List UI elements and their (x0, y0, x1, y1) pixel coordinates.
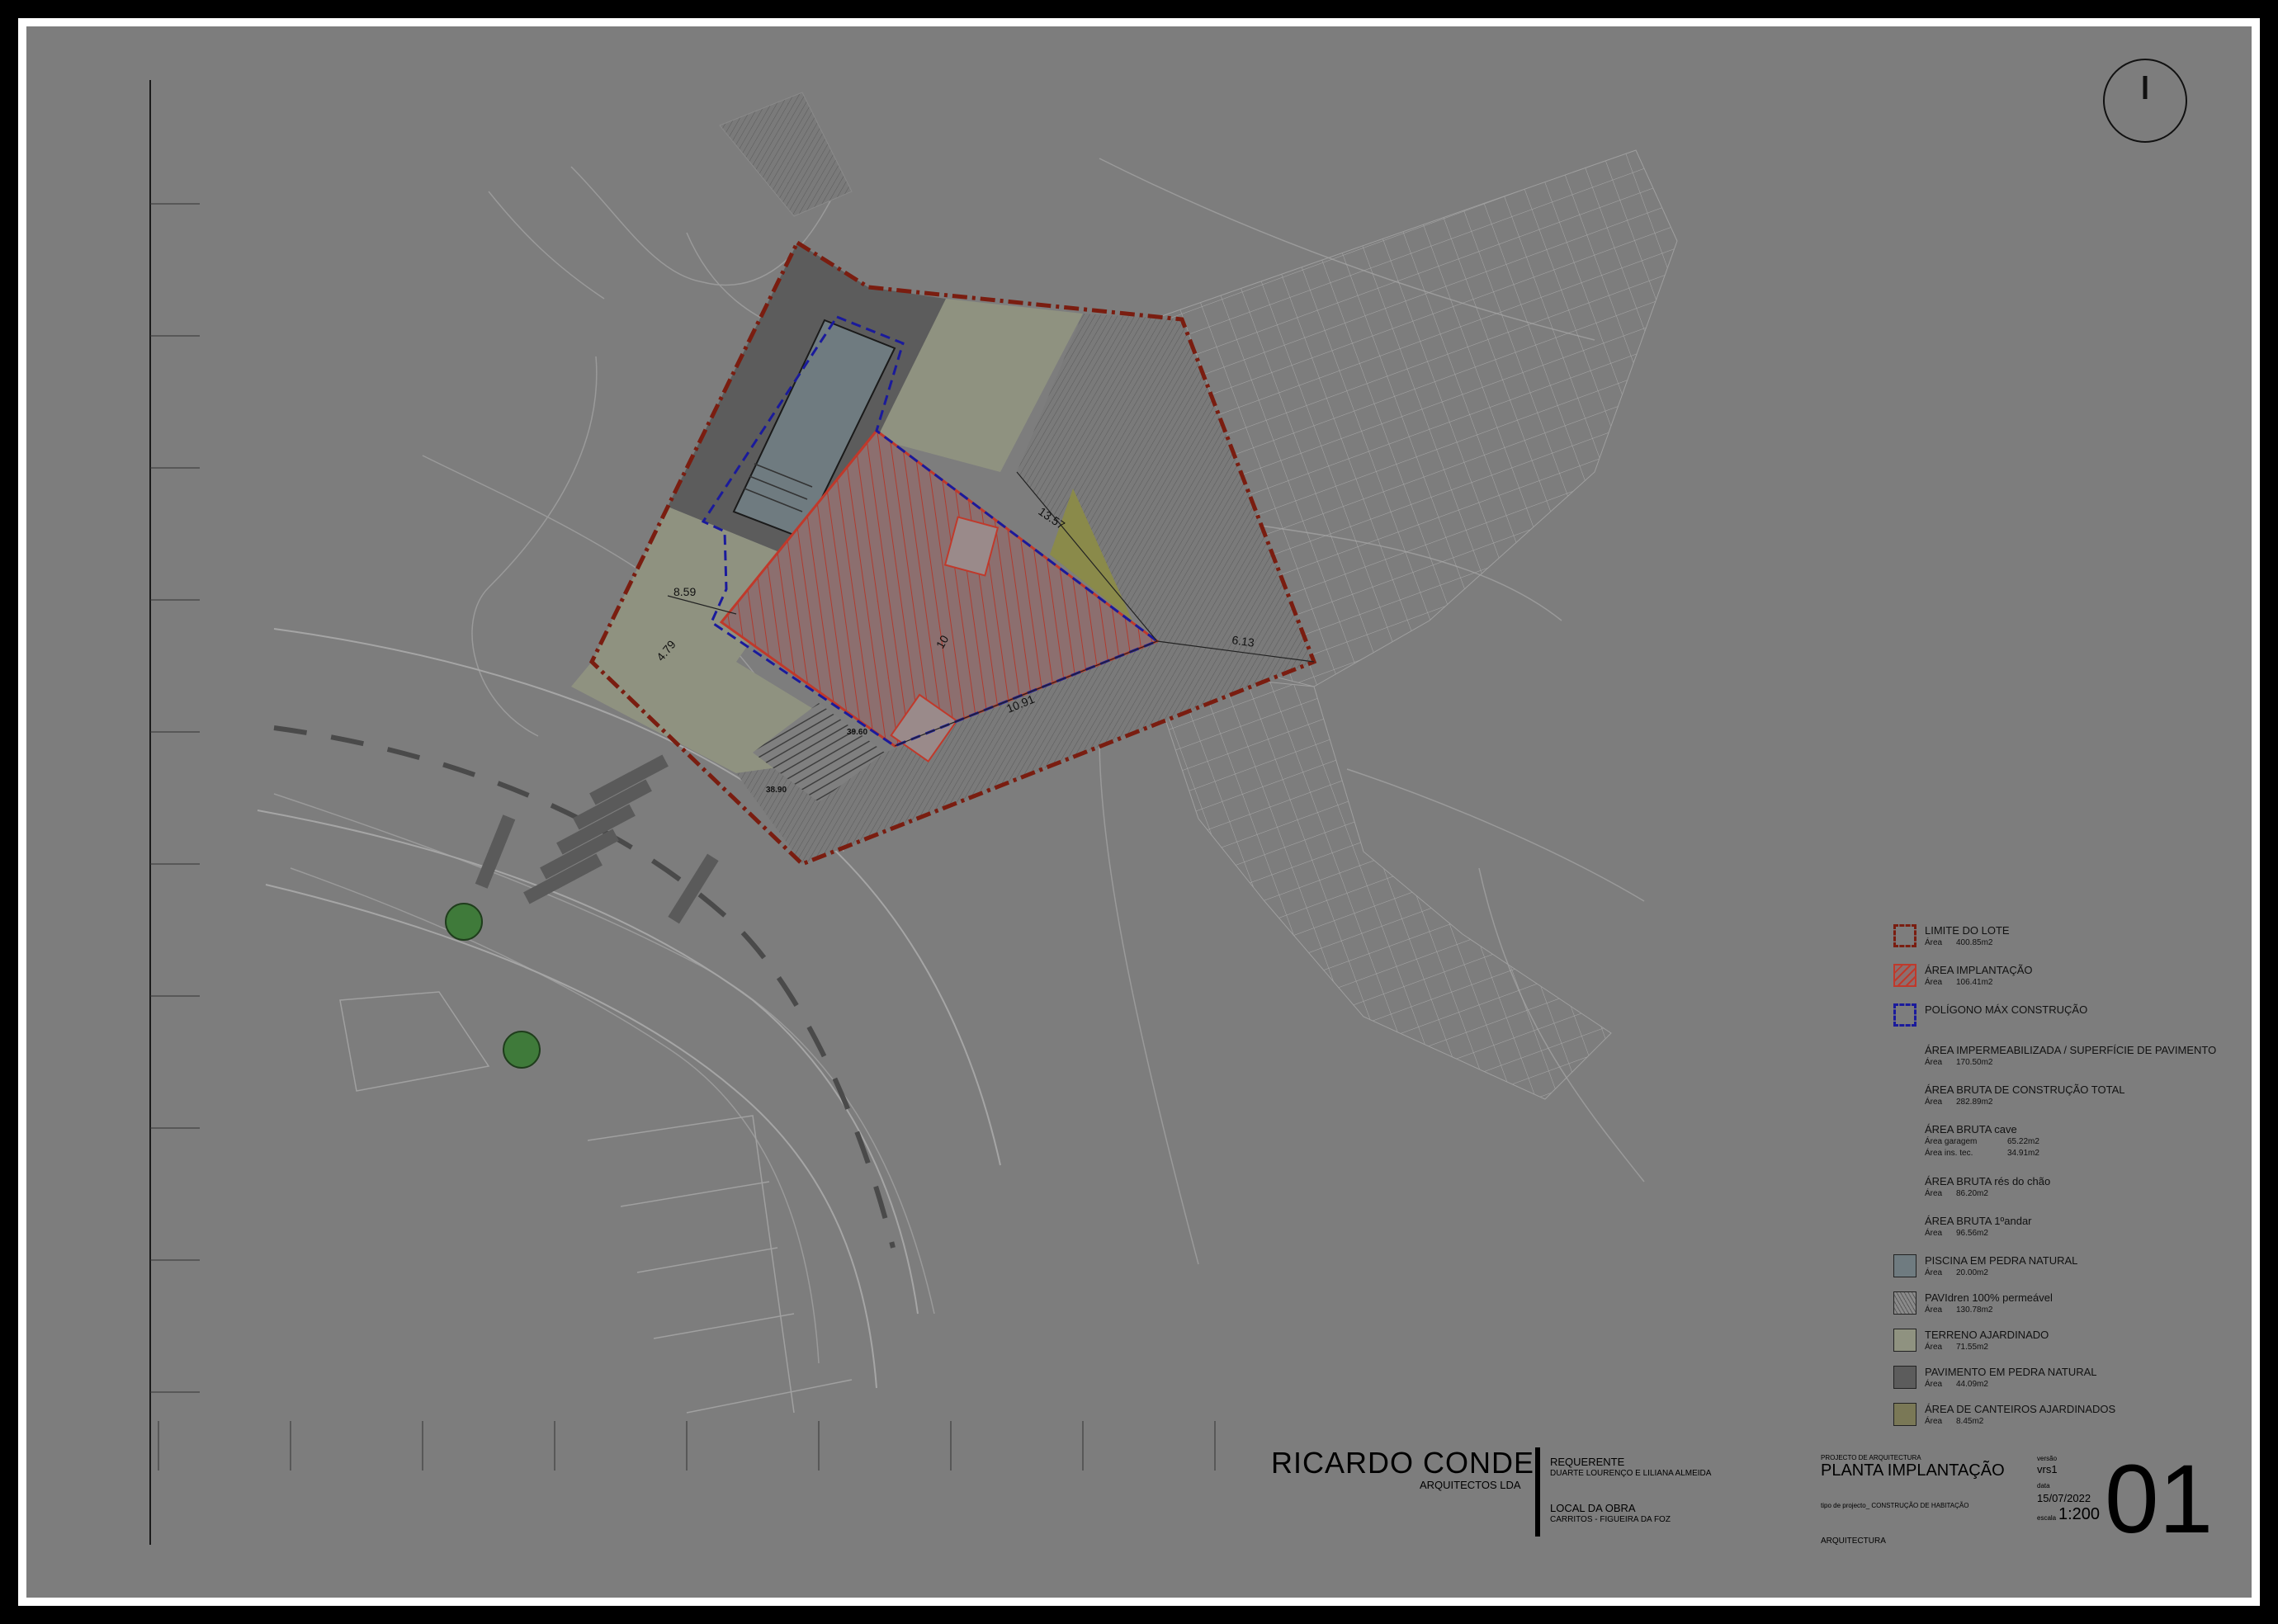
legend-title: ÁREA DE CANTEIROS AJARDINADOS (1925, 1403, 2116, 1415)
bottom-grid-ticks (158, 1421, 1216, 1471)
legend-item-limite: LIMITE DO LOTE Área 400.85m2 (1893, 924, 2010, 949)
legend-title: ÁREA BRUTA rés do chão (1925, 1175, 2051, 1187)
legend-item-canteiros: ÁREA DE CANTEIROS AJARDINADOS Área 8.45m2 (1893, 1403, 2115, 1428)
max-polygon-swatch (1893, 1003, 1916, 1027)
site-plan-svg: 6.13 10.91 8.59 4.79 13.57 10 39.60 38.9… (149, 59, 2187, 1545)
title-block-divider (1535, 1447, 1540, 1537)
legend-area-value: 44.09m2 (1956, 1380, 1988, 1389)
legend-item-impermeabilizada: ÁREA IMPERMEABILIZADA / SUPERFÍCIE DE PA… (1925, 1044, 2216, 1069)
pavimento-swatch (1893, 1366, 1916, 1389)
legend-title: ÁREA BRUTA DE CONSTRUÇÃO TOTAL (1925, 1083, 2125, 1096)
legend-area-label: Área (1925, 1417, 1943, 1426)
legend-item-poligono: POLÍGONO MÁX CONSTRUÇÃO (1893, 1003, 2087, 1027)
legend-area-label: Área (1925, 978, 1943, 987)
legend-area-value: 282.89m2 (1956, 1098, 1993, 1107)
versao-value: vrs1 (2037, 1463, 2058, 1475)
legend-title: PAVIdren 100% permeável (1925, 1291, 2053, 1304)
legend-title: TERRENO AJARDINADO (1925, 1329, 2049, 1341)
legend-title: ÁREA IMPLANTAÇÃO (1925, 964, 2033, 976)
escala-label: escala (2037, 1514, 2057, 1522)
legend-item-bruta-cave: ÁREA BRUTA cave Área garagem 65.22m2 Área… (1925, 1123, 2039, 1159)
north-arrow-icon (2103, 59, 2187, 143)
lot-boundary-swatch (1893, 924, 1916, 947)
legend-area-label: Área (1925, 1380, 1943, 1389)
tipo-projecto: tipo de projecto_ CONSTRUÇÃO DE HABITAÇÃ… (1821, 1502, 1969, 1509)
escala-value: 1:200 (2058, 1505, 2101, 1523)
legend-item-piscina: PISCINA EM PEDRA NATURAL Área 20.00m2 (1893, 1254, 2077, 1279)
legend-title: PISCINA EM PEDRA NATURAL (1925, 1254, 2078, 1267)
legend-area-value: 400.85m2 (1956, 938, 1993, 947)
legend-title: LIMITE DO LOTE (1925, 924, 2010, 937)
legend-area-value: 34.91m2 (2007, 1149, 2039, 1158)
legend-area-value: 130.78m2 (1956, 1305, 1993, 1315)
legend-title: PAVIMENTO EM PEDRA NATURAL (1925, 1366, 2097, 1378)
local-label: LOCAL DA OBRA (1550, 1502, 1636, 1514)
pool-swatch (1893, 1254, 1916, 1277)
site-plan-drawing: 6.13 10.91 8.59 4.79 13.57 10 39.60 38.9… (26, 26, 2252, 1598)
legend-area-label: Área (1925, 938, 1943, 947)
dim-label: 8.59 (673, 585, 696, 598)
legend-title: ÁREA BRUTA 1ºandar (1925, 1215, 2032, 1227)
plot-lines (339, 991, 853, 1414)
speciality: ARQUITECTURA (1821, 1537, 1886, 1546)
legend-area-label: Área ins. tec. (1925, 1149, 1973, 1158)
legend-area-value: 20.00m2 (1956, 1268, 1988, 1277)
firm-subtitle: ARQUITECTOS LDA (1420, 1479, 1521, 1491)
legend-area-label: Área (1925, 1305, 1943, 1315)
requerente-value: DUARTE LOURENÇO E LILIANA ALMEIDA (1550, 1469, 1712, 1478)
legend-area-label: Área (1925, 1229, 1943, 1238)
legend-area-value: 170.50m2 (1956, 1058, 1993, 1067)
requerente-label: REQUERENTE (1550, 1456, 1625, 1468)
left-grid-ticks (150, 203, 200, 1393)
canteiros-swatch (1893, 1403, 1916, 1426)
legend-item-pavimento: PAVIMENTO EM PEDRA NATURAL Área 44.09m2 (1893, 1366, 2097, 1390)
pavidren-swatch (1893, 1291, 1916, 1315)
legend-area-value: 65.22m2 (2007, 1137, 2039, 1146)
legend-area-label: Área garagem (1925, 1137, 1978, 1146)
drawing-title: PLANTA IMPLANTAÇÃO (1821, 1461, 2005, 1480)
legend-title: ÁREA IMPERMEABILIZADA / SUPERFÍCIE DE PA… (1925, 1044, 2217, 1056)
parking-bays (475, 754, 719, 924)
legend-area-label: Área (1925, 1189, 1943, 1198)
legend-area-label: Área (1925, 1098, 1943, 1107)
legend-item-terreno: TERRENO AJARDINADO Área 71.55m2 (1893, 1329, 2049, 1353)
legend-item-bruta-1andar: ÁREA BRUTA 1ºandar Área 96.56m2 (1925, 1215, 2032, 1239)
legend-title: ÁREA BRUTA cave (1925, 1123, 2017, 1135)
legend-item-bruta-res: ÁREA BRUTA rés do chão Área 86.20m2 (1925, 1175, 2050, 1200)
legend-area-label: Área (1925, 1268, 1943, 1277)
legend-area-value: 106.41m2 (1956, 978, 1993, 987)
terreno-swatch (1893, 1329, 1916, 1352)
implantation-swatch (1893, 964, 1916, 987)
level-label: 39.60 (847, 728, 867, 737)
drawing-sheet: 6.13 10.91 8.59 4.79 13.57 10 39.60 38.9… (18, 18, 2260, 1606)
sheet-number: 01 (2105, 1445, 2214, 1554)
data-label: data (2037, 1482, 2050, 1489)
legend-area-label: Área (1925, 1343, 1943, 1352)
legend-item-bruta-total: ÁREA BRUTA DE CONSTRUÇÃO TOTAL Área 282.8… (1925, 1083, 2124, 1108)
legend-item-pavidren: PAVIdren 100% permeável Área 130.78m2 (1893, 1291, 2053, 1316)
legend-area-value: 71.55m2 (1956, 1343, 1988, 1352)
project-type-label: PROJECTO DE ARQUITECTURA (1821, 1454, 1921, 1461)
firm-name: RICARDO CONDE (1271, 1446, 1535, 1480)
legend-title: POLÍGONO MÁX CONSTRUÇÃO (1925, 1003, 2088, 1016)
tree-icon (445, 903, 541, 1069)
legend-area-value: 96.56m2 (1956, 1229, 1988, 1238)
legend-item-implantacao: ÁREA IMPLANTAÇÃO Área 106.41m2 (1893, 964, 2033, 989)
local-value: CARRITOS - FIGUEIRA DA FOZ (1550, 1515, 1671, 1524)
legend-area-value: 8.45m2 (1956, 1417, 1984, 1426)
legend-area-value: 86.20m2 (1956, 1189, 1988, 1198)
versao-label: versão (2037, 1455, 2058, 1462)
legend-area-label: Área (1925, 1058, 1943, 1067)
level-label: 38.90 (766, 786, 787, 795)
data-value: 15/07/2022 (2037, 1492, 2091, 1504)
